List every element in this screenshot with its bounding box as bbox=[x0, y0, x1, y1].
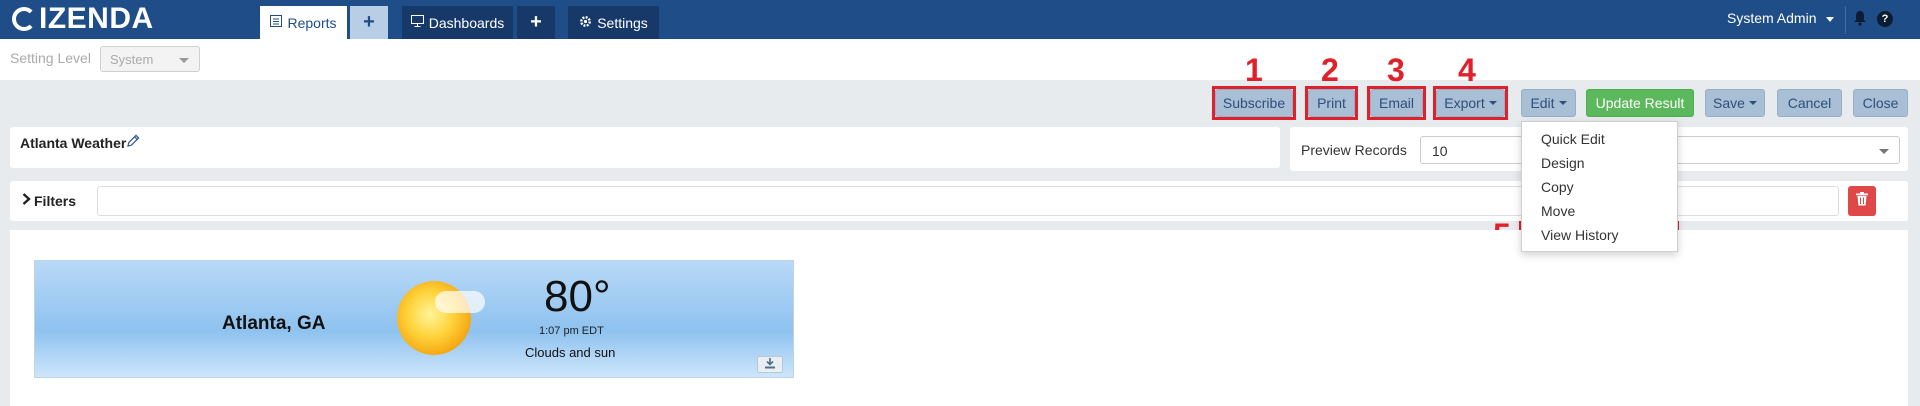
report-title: Atlanta Weather bbox=[20, 135, 127, 151]
plus-icon: + bbox=[363, 11, 375, 33]
weather-city: Atlanta, GA bbox=[222, 313, 326, 334]
highlight-box-print bbox=[1305, 86, 1358, 120]
user-name: System Admin bbox=[1727, 10, 1817, 26]
delete-filters-button[interactable] bbox=[1848, 186, 1876, 216]
highlight-box-subscribe bbox=[1212, 86, 1296, 120]
plus-icon: + bbox=[530, 11, 542, 33]
update-result-button[interactable]: Update Result bbox=[1586, 89, 1694, 117]
menu-item-quick-edit[interactable]: Quick Edit bbox=[1541, 131, 1605, 147]
weather-widget: Atlanta, GA 80° 1:07 pm EDT Clouds and s… bbox=[34, 260, 794, 378]
edit-button[interactable]: Edit bbox=[1521, 89, 1576, 117]
download-icon bbox=[764, 356, 776, 374]
navbar-divider bbox=[1845, 6, 1846, 34]
weather-time: 1:07 pm EDT bbox=[539, 325, 604, 337]
pencil-icon[interactable] bbox=[125, 133, 141, 149]
tab-dashboards-label: Dashboards bbox=[428, 14, 505, 31]
report-title-panel: Atlanta Weather bbox=[10, 127, 1280, 168]
tab-dashboards[interactable]: Dashboards bbox=[402, 6, 513, 39]
chevron-down-icon bbox=[179, 58, 189, 63]
add-dashboard-button[interactable]: + bbox=[517, 6, 555, 39]
close-button[interactable]: Close bbox=[1853, 89, 1908, 117]
tab-reports[interactable]: Reports bbox=[260, 6, 347, 39]
top-navbar: IZENDA Reports + Dashboards + Settings S… bbox=[0, 0, 1920, 39]
chevron-down-icon bbox=[1558, 101, 1567, 105]
preview-records-value: 10 bbox=[1432, 143, 1448, 159]
dashboards-icon bbox=[410, 15, 424, 30]
setting-level-value: System bbox=[110, 52, 154, 67]
chevron-down-icon bbox=[1826, 16, 1835, 22]
filters-label: Filters bbox=[34, 193, 77, 209]
menu-item-copy[interactable]: Copy bbox=[1541, 179, 1574, 195]
update-result-label: Update Result bbox=[1595, 95, 1685, 111]
highlight-box-email bbox=[1367, 86, 1426, 120]
setting-level-select[interactable]: System bbox=[100, 46, 200, 72]
add-report-button[interactable]: + bbox=[350, 6, 388, 39]
cloud-overlay bbox=[435, 291, 485, 313]
download-button[interactable] bbox=[757, 356, 783, 373]
user-menu[interactable]: System Admin bbox=[1727, 10, 1835, 26]
annotation-number-3: 3 bbox=[1387, 52, 1405, 88]
chevron-down-icon bbox=[1879, 149, 1889, 154]
close-label: Close bbox=[1862, 95, 1899, 111]
tab-settings-label: Settings bbox=[597, 14, 648, 31]
tab-reports-label: Reports bbox=[287, 14, 337, 31]
save-label: Save bbox=[1713, 95, 1745, 111]
annotation-number-2: 2 bbox=[1321, 52, 1339, 88]
menu-item-design[interactable]: Design bbox=[1541, 155, 1585, 171]
bell-icon[interactable] bbox=[1853, 10, 1867, 26]
izenda-logo-icon bbox=[12, 7, 36, 31]
setting-level-label: Setting Level bbox=[10, 50, 91, 66]
save-button[interactable]: Save bbox=[1705, 89, 1765, 117]
weather-temperature: 80° bbox=[544, 272, 611, 321]
preview-records-label: Preview Records bbox=[1301, 142, 1407, 158]
help-icon[interactable]: ? bbox=[1877, 11, 1893, 27]
cancel-label: Cancel bbox=[1787, 95, 1832, 111]
chevron-right-icon bbox=[22, 192, 31, 210]
chevron-down-icon bbox=[1748, 101, 1757, 105]
annotation-number-4: 4 bbox=[1458, 52, 1476, 88]
cancel-button[interactable]: Cancel bbox=[1777, 89, 1842, 117]
menu-item-move[interactable]: Move bbox=[1541, 203, 1575, 219]
edit-label: Edit bbox=[1530, 95, 1555, 111]
tab-settings[interactable]: Settings bbox=[568, 6, 659, 39]
logo-text: IZENDA bbox=[39, 2, 154, 35]
filters-toggle[interactable]: Filters bbox=[10, 181, 86, 221]
settings-gear-icon bbox=[579, 15, 592, 31]
edit-dropdown-menu: Quick Edit Design Copy Move View History bbox=[1521, 121, 1678, 252]
izenda-logo[interactable]: IZENDA bbox=[12, 2, 154, 36]
setting-level-bar: Setting Level System bbox=[0, 39, 1920, 80]
menu-item-view-history[interactable]: View History bbox=[1541, 227, 1619, 243]
trash-icon bbox=[1856, 191, 1868, 211]
weather-condition: Clouds and sun bbox=[525, 345, 616, 360]
reports-icon bbox=[270, 15, 283, 30]
annotation-number-1: 1 bbox=[1245, 52, 1263, 88]
highlight-box-export bbox=[1433, 86, 1508, 120]
